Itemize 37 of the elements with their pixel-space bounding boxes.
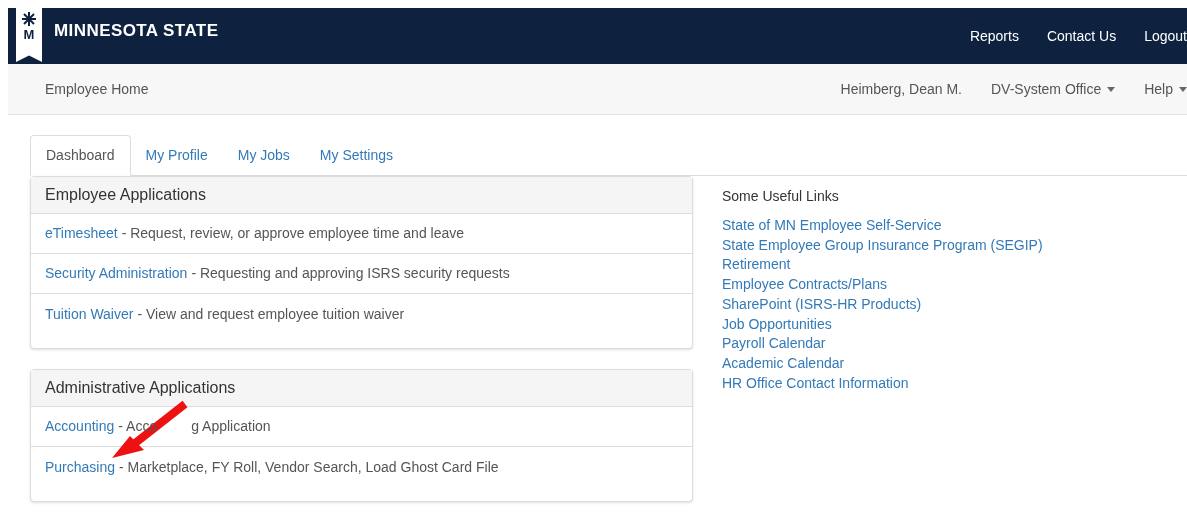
useful-link[interactable]: State Employee Group Insurance Program (SEGIP) [722, 235, 1043, 256]
logo-mark: M [23, 28, 35, 41]
brand-name[interactable]: MINNESOTA STATE [54, 18, 219, 44]
nav-link[interactable]: Logout [1130, 25, 1187, 47]
app-link[interactable]: Purchasing [45, 456, 116, 478]
star-icon [22, 12, 36, 26]
links-title: Some Useful Links [722, 187, 840, 206]
app-description: - Marketplace, FY Roll, Vendor Search, Load Ghost Card File [119, 457, 499, 477]
app-description: - Request, review, or approve employee time and leave [121, 224, 465, 243]
dropdown-menu[interactable]: Help [1144, 78, 1187, 100]
useful-link[interactable]: Employee Contracts/Plans [722, 275, 1043, 295]
app-description: - Requesting and approving ISRS security requests [191, 264, 510, 283]
user-name: Heimberg, Dean M. [840, 79, 962, 99]
app-description: g Application [191, 417, 271, 436]
useful-link[interactable]: State of MN Employee Self-Service [722, 216, 1043, 236]
useful-link[interactable]: Payroll Calendar [722, 334, 1043, 354]
nav-link[interactable]: Reports [955, 25, 1033, 47]
tab[interactable]: Dashboard [30, 135, 131, 176]
app-link[interactable]: Accounting [45, 416, 115, 437]
useful-link[interactable]: Job Opportunities [722, 314, 1043, 335]
app-link[interactable]: eTimesheet [45, 223, 118, 244]
app-link[interactable]: Tuition Waiver [45, 303, 134, 325]
tab[interactable]: My Jobs [222, 135, 305, 176]
nav-link[interactable]: Contact Us [1032, 25, 1131, 47]
app-link[interactable]: Security Administration [45, 263, 188, 284]
dropdown-menu[interactable]: DV-System Office [991, 78, 1116, 100]
useful-link[interactable]: Academic Calendar [722, 353, 1043, 374]
panel-heading: Employee Applications [31, 177, 692, 214]
useful-link[interactable]: Retirement [722, 255, 1043, 276]
tab[interactable]: My Profile [130, 135, 223, 176]
useful-link[interactable]: SharePoint (ISRS-HR Products) [722, 294, 1043, 315]
app-description: - View and request employee tuition waiver [137, 304, 405, 324]
useful-link[interactable]: HR Office Contact Information [722, 373, 1043, 394]
logo-ribbon[interactable]: M [16, 8, 42, 62]
panel-heading: Administrative Applications [31, 370, 692, 407]
home-link[interactable]: Employee Home [45, 78, 149, 100]
tab[interactable]: My Settings [304, 135, 408, 176]
